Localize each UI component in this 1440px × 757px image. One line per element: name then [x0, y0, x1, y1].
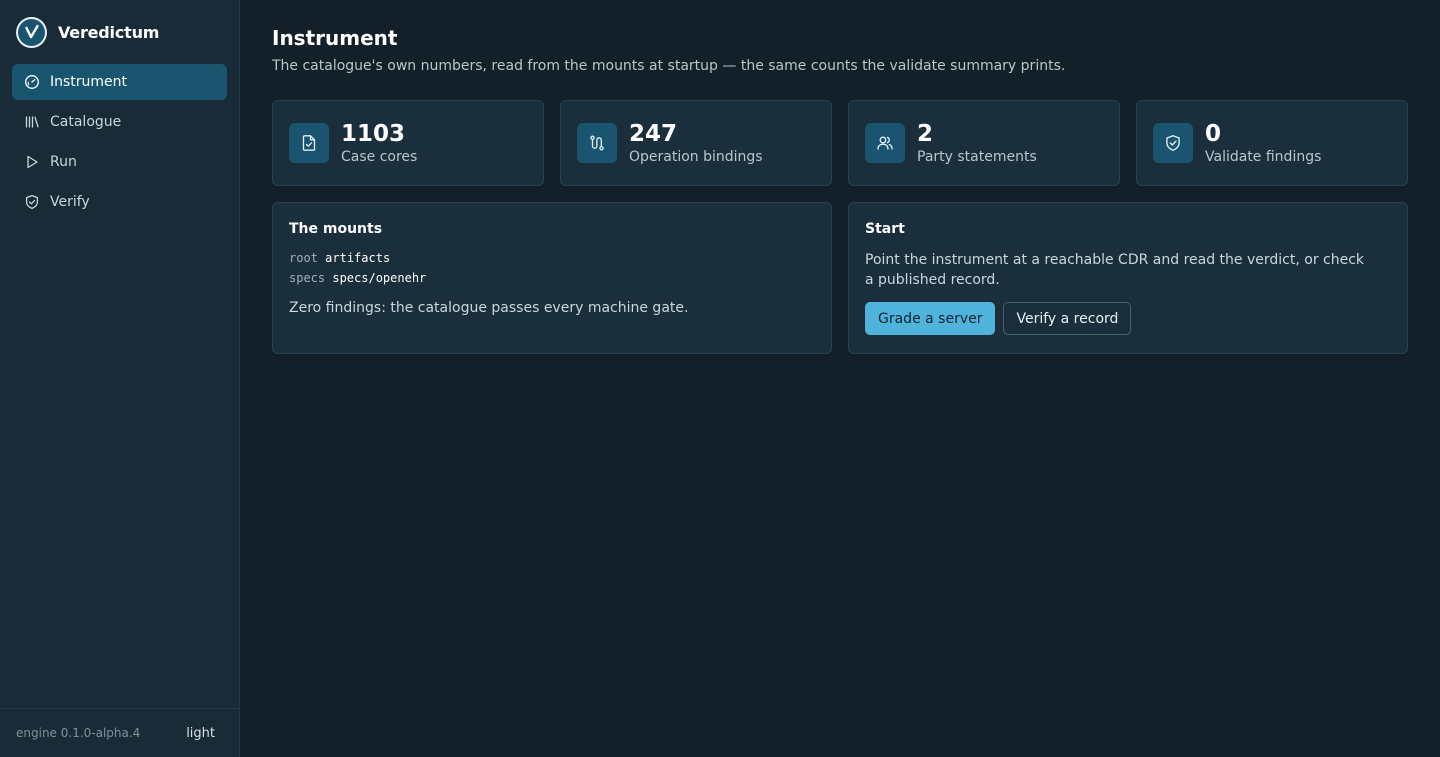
- mount-value: specs/openehr: [332, 271, 427, 285]
- stat-value: 247: [629, 121, 678, 147]
- shield-check-icon: [24, 194, 40, 210]
- stat-label: Operation bindings: [629, 149, 763, 165]
- panel-title: The mounts: [289, 221, 383, 237]
- gauge-icon: [24, 74, 40, 90]
- mounts-panel: The mounts root artifacts specs specs/op…: [272, 202, 832, 354]
- library-icon: [24, 114, 40, 130]
- start-actions: Grade a server Verify a record: [865, 302, 1391, 335]
- mount-value: artifacts: [325, 251, 391, 265]
- stat-card-case-cores: 1103 Case cores: [272, 100, 544, 186]
- brand-name: Veredictum: [58, 22, 160, 42]
- stat-card-party-statements: 2 Party statements: [848, 100, 1120, 186]
- sidebar: Veredictum Instrument Catalogue Run Veri…: [0, 0, 240, 757]
- page-title: Instrument: [272, 26, 398, 50]
- panels: The mounts root artifacts specs specs/op…: [272, 202, 1408, 354]
- sidebar-item-label: Run: [50, 154, 77, 170]
- stat-label: Validate findings: [1205, 149, 1322, 165]
- stat-value: 2: [917, 121, 934, 147]
- stat-value: 1103: [341, 121, 406, 147]
- users-icon: [865, 123, 905, 163]
- sidebar-item-verify[interactable]: Verify: [12, 184, 227, 220]
- engine-version: engine 0.1.0-alpha.4: [16, 726, 141, 740]
- sidebar-item-catalogue[interactable]: Catalogue: [12, 104, 227, 140]
- sidebar-item-run[interactable]: Run: [12, 144, 227, 180]
- mount-row: specs specs/openehr: [289, 268, 815, 288]
- start-description: Point the instrument at a reachable CDR …: [865, 252, 1365, 288]
- sidebar-item-instrument[interactable]: Instrument: [12, 64, 227, 100]
- panel-title: Start: [865, 221, 905, 237]
- stat-value: 0: [1205, 121, 1222, 147]
- check-icon: [24, 24, 39, 39]
- brand[interactable]: Veredictum: [16, 16, 159, 48]
- play-icon: [24, 154, 40, 170]
- verify-record-button[interactable]: Verify a record: [1003, 302, 1132, 335]
- stat-cards: 1103 Case cores 247 Operation bindings 2…: [272, 100, 1408, 186]
- grade-server-button[interactable]: Grade a server: [865, 302, 996, 335]
- mounts-list: root artifacts specs specs/openehr: [289, 248, 815, 288]
- file-check-icon: [289, 123, 329, 163]
- sidebar-item-label: Verify: [50, 194, 90, 210]
- mount-row: root artifacts: [289, 248, 815, 268]
- stat-card-validate-findings: 0 Validate findings: [1136, 100, 1408, 186]
- shield-check-icon: [1153, 123, 1193, 163]
- sidebar-nav: Instrument Catalogue Run Verify: [12, 64, 227, 224]
- route-icon: [577, 123, 617, 163]
- main-content: Instrument The catalogue's own numbers, …: [272, 24, 1408, 354]
- start-panel: Start Point the instrument at a reachabl…: [848, 202, 1408, 354]
- sidebar-item-label: Catalogue: [50, 114, 122, 130]
- theme-toggle[interactable]: light: [186, 726, 215, 741]
- stat-label: Case cores: [341, 149, 418, 165]
- page-subtitle: The catalogue's own numbers, read from t…: [272, 58, 1066, 74]
- stat-card-operation-bindings: 247 Operation bindings: [560, 100, 832, 186]
- stat-label: Party statements: [917, 149, 1037, 165]
- mount-key: specs: [289, 271, 326, 285]
- brand-logo: [16, 16, 47, 48]
- mounts-note: Zero findings: the catalogue passes ever…: [289, 300, 689, 316]
- mount-key: root: [289, 251, 318, 265]
- sidebar-footer: engine 0.1.0-alpha.4 light: [0, 708, 239, 757]
- sidebar-item-label: Instrument: [50, 74, 128, 90]
